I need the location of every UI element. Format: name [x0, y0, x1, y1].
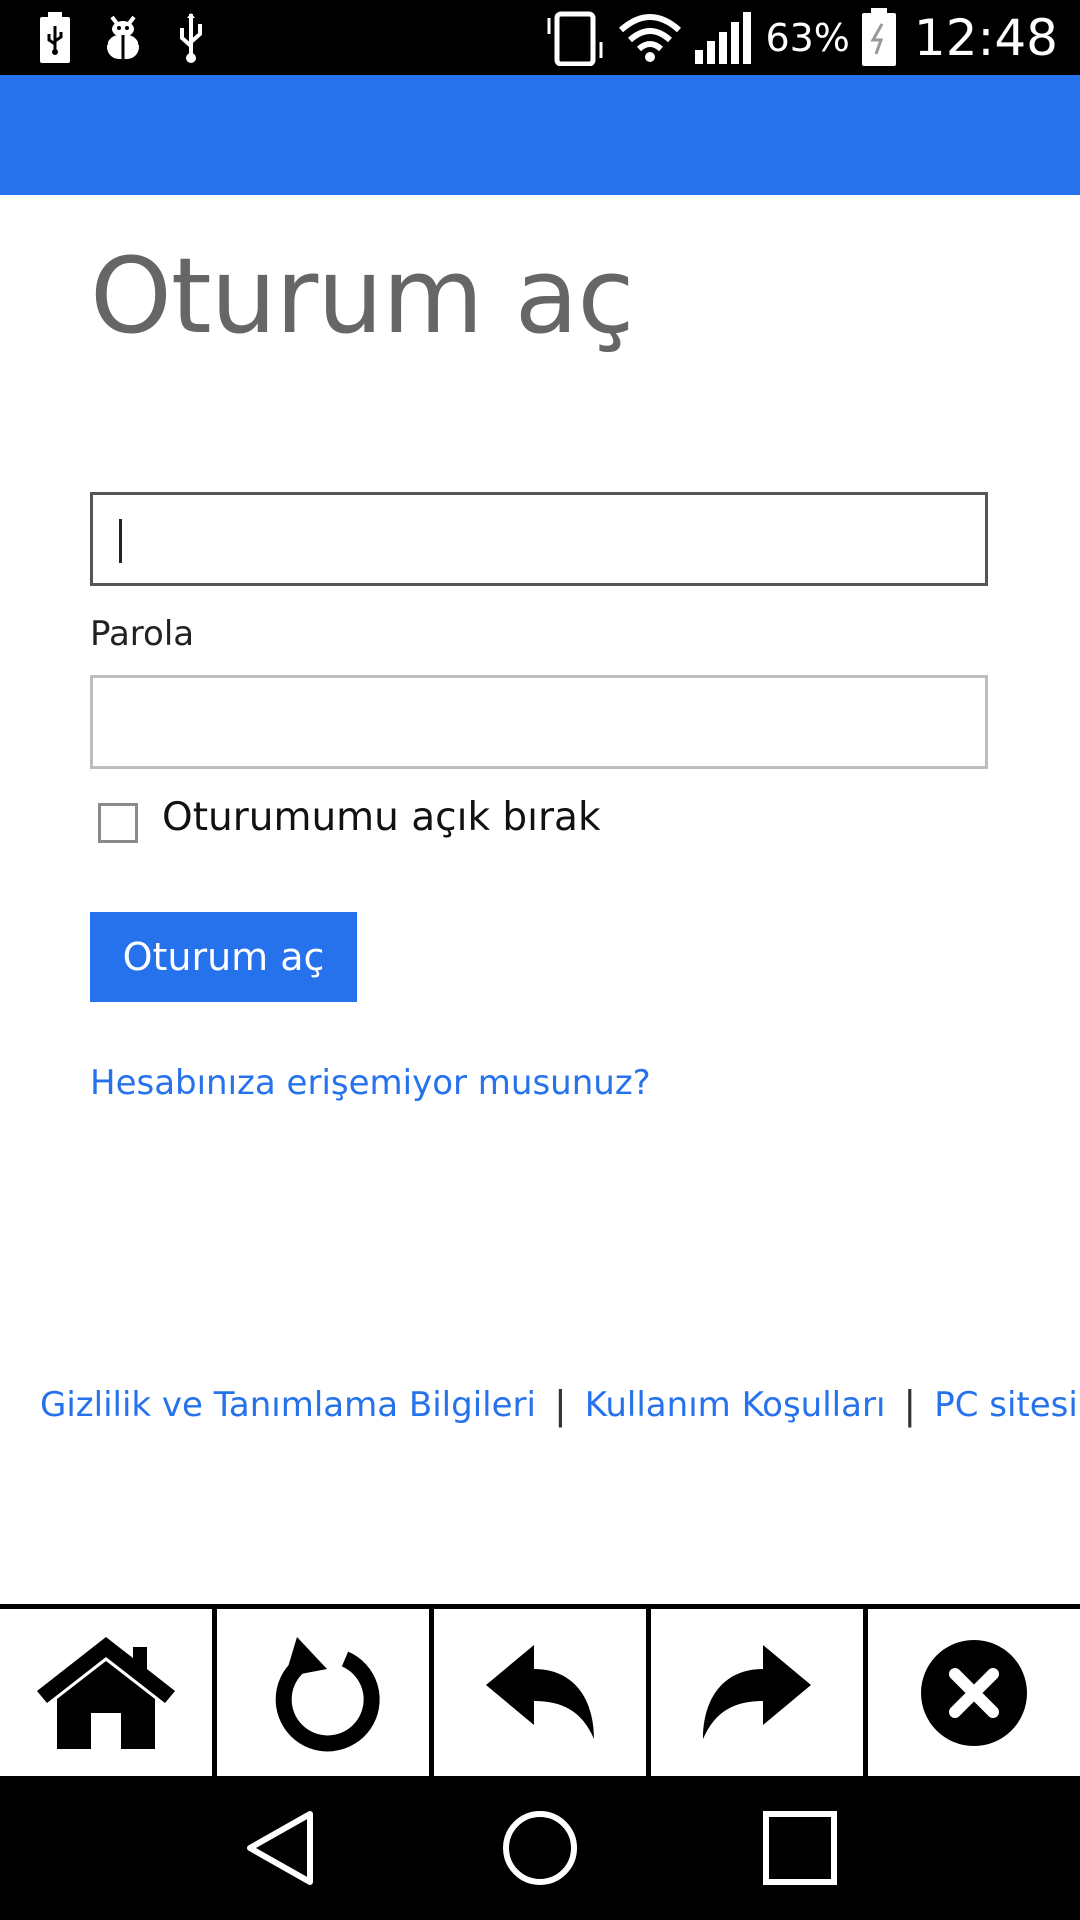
signal-icon — [693, 10, 755, 66]
page-title: Oturum aç — [90, 235, 634, 357]
keep-signed-in-label[interactable]: Oturumumu açık bırak — [162, 795, 601, 840]
keep-signed-in-checkbox[interactable] — [98, 803, 138, 843]
battery-icon — [860, 7, 898, 68]
nav-recents-button[interactable] — [745, 1793, 855, 1903]
recents-square-icon — [763, 1811, 837, 1885]
status-right-icons: 63% 12:48 — [543, 0, 1058, 75]
browser-toolbar — [0, 1604, 1080, 1776]
username-field[interactable] — [90, 492, 988, 586]
terms-link[interactable]: Kullanım Koşulları — [585, 1385, 886, 1425]
status-bar: 63% 12:48 — [0, 0, 1080, 75]
battery-percent: 63% — [765, 15, 850, 60]
home-icon — [37, 1636, 175, 1749]
usb-icon — [174, 12, 208, 64]
app-header — [0, 75, 1080, 195]
pc-site-link[interactable]: PC sitesi — [934, 1385, 1078, 1425]
status-left-icons — [38, 8, 208, 68]
vibrate-icon — [543, 10, 607, 66]
clock: 12:48 — [913, 8, 1058, 67]
forward-button[interactable] — [651, 1609, 868, 1776]
sign-in-button[interactable]: Oturum aç — [90, 912, 357, 1002]
close-button[interactable] — [868, 1609, 1080, 1776]
wifi-icon — [617, 12, 683, 64]
password-field[interactable] — [90, 675, 988, 769]
bug-icon — [98, 13, 148, 63]
system-nav-bar — [0, 1776, 1080, 1920]
privacy-link[interactable]: Gizlilik ve Tanımlama Bilgileri — [40, 1385, 536, 1425]
forward-arrow-icon — [703, 1644, 811, 1739]
home-circle-icon — [503, 1811, 577, 1885]
close-icon — [921, 1639, 1027, 1746]
home-button[interactable] — [0, 1609, 217, 1776]
footer-links: Gizlilik ve Tanımlama Bilgileri | Kullan… — [40, 1380, 1078, 1430]
footer-separator: | — [903, 1383, 917, 1427]
back-triangle-icon — [247, 1811, 313, 1885]
nav-back-button[interactable] — [225, 1793, 335, 1903]
account-help-link[interactable]: Hesabınıza erişemiyor musunuz? — [90, 1063, 651, 1103]
nav-home-button[interactable] — [485, 1793, 595, 1903]
footer-separator: | — [553, 1383, 567, 1427]
text-caret — [119, 519, 122, 563]
back-arrow-icon — [486, 1644, 594, 1739]
refresh-button[interactable] — [217, 1609, 434, 1776]
password-label: Parola — [90, 614, 195, 654]
refresh-icon — [275, 1636, 380, 1751]
usb-icon — [38, 12, 72, 64]
back-button[interactable] — [434, 1609, 651, 1776]
